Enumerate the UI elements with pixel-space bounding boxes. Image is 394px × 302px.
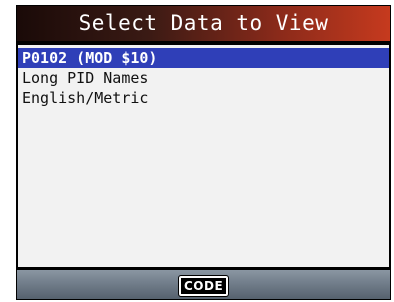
menu-item-p0102[interactable]: P0102 (MOD $10) (18, 48, 389, 68)
menu-item-english-metric[interactable]: English/Metric (18, 88, 389, 108)
menu-list: P0102 (MOD $10) Long PID Names English/M… (17, 44, 390, 268)
scan-tool-screen: Select Data to View P0102 (MOD $10) Long… (16, 5, 391, 300)
menu-item-long-pid-names[interactable]: Long PID Names (18, 68, 389, 88)
function-key-bar: CODE (17, 270, 390, 299)
code-button[interactable]: CODE (177, 275, 230, 297)
screen-title: Select Data to View (17, 6, 390, 41)
